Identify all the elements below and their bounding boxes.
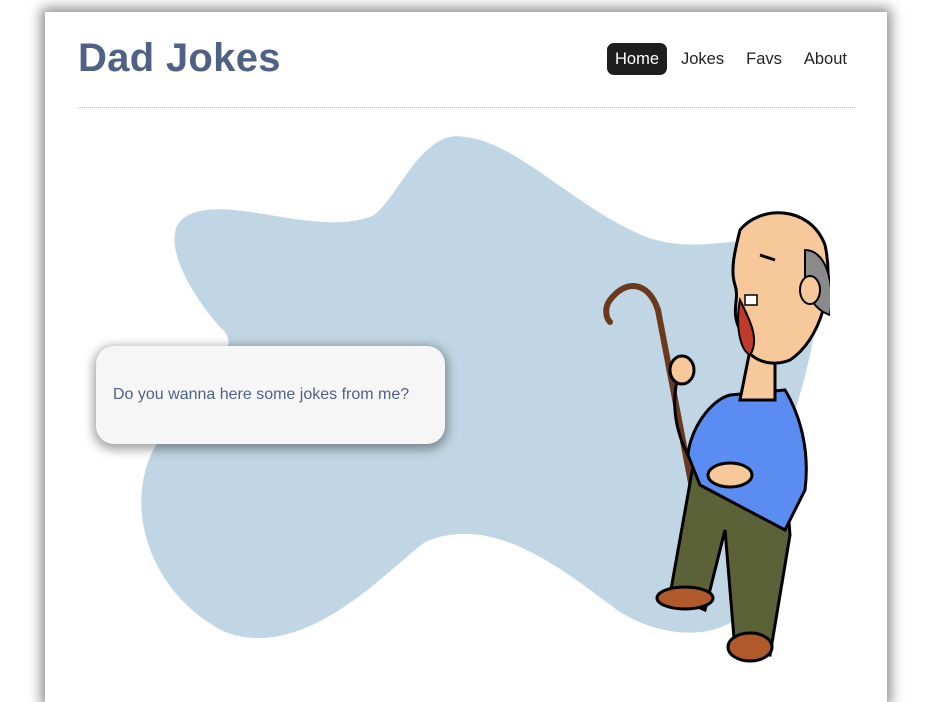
speech-text: Do you wanna here some jokes from me? — [113, 386, 410, 403]
laughing-old-man-illustration — [603, 211, 830, 663]
speech-bubble: Do you wanna here some jokes from me? — [96, 346, 445, 444]
page-card: Dad Jokes Home Jokes Favs About Do you w… — [45, 12, 887, 702]
